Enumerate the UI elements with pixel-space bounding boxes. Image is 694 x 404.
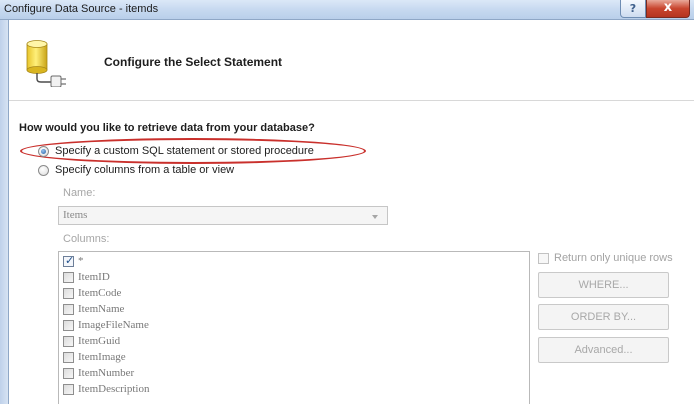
retrieval-question: How would you like to retrieve data from… [19,122,315,134]
where-button[interactable]: WHERE... [538,272,669,298]
order-by-button[interactable]: ORDER BY... [538,304,669,330]
column-name: ItemDescription [78,383,150,395]
custom-sql-label[interactable]: Specify a custom SQL statement or stored… [55,145,314,157]
wizard-header: Configure the Select Statement [9,20,694,101]
close-button[interactable]: x [646,0,690,18]
column-checkbox[interactable] [63,254,74,267]
help-button[interactable]: ? [620,0,646,18]
table-columns-label[interactable]: Specify columns from a table or view [55,164,234,176]
table-name-value: Items [63,209,88,221]
main-content: How would you like to retrieve data from… [9,101,694,404]
column-checkbox[interactable] [63,368,74,379]
name-label: Name: [63,187,96,199]
unique-rows-checkbox[interactable] [538,253,549,264]
column-name: ItemImage [78,351,126,363]
column-checkbox[interactable] [63,352,74,363]
title-bar: Configure Data Source - itemds ? x [0,0,694,20]
chevron-down-icon [372,215,378,219]
unique-rows-option[interactable]: Return only unique rows [538,252,688,268]
page-title: Configure the Select Statement [104,55,283,69]
custom-sql-radio[interactable] [38,146,49,157]
column-name: ItemCode [78,287,122,299]
columns-list[interactable]: * ItemID ItemCode ItemName ImageFileName… [58,251,530,404]
column-checkbox[interactable] [63,384,74,395]
column-checkbox[interactable] [63,336,74,347]
column-name: ItemNumber [78,367,135,379]
advanced-button[interactable]: Advanced... [538,337,669,363]
table-columns-radio[interactable] [38,165,49,176]
table-name-dropdown[interactable]: Items [58,206,388,225]
column-checkbox[interactable] [63,272,74,283]
column-name: ItemName [78,303,125,315]
unique-rows-label: Return only unique rows [554,252,673,264]
column-name: * [78,255,84,267]
column-name: ItemGuid [78,335,121,347]
column-name: ItemID [78,271,110,283]
column-checkbox[interactable] [63,320,74,331]
column-checkbox[interactable] [63,288,74,299]
window-frame-left [0,20,9,404]
columns-label: Columns: [63,233,110,245]
database-icon [26,40,66,87]
column-checkbox[interactable] [63,304,74,315]
column-name: ImageFileName [78,319,149,331]
window-title: Configure Data Source - itemds [4,3,159,15]
